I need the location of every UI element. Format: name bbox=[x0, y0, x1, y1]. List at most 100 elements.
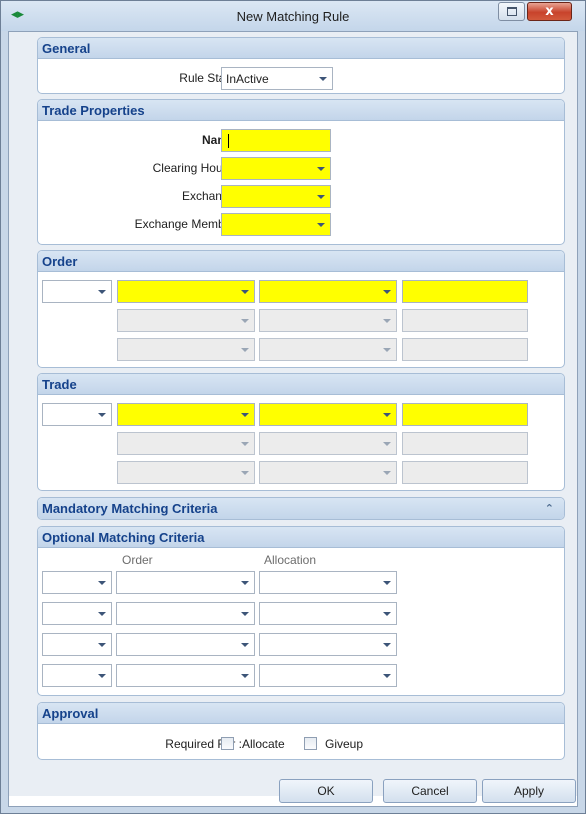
chevron-down-icon[interactable] bbox=[378, 634, 396, 655]
optional-order-select-3[interactable] bbox=[116, 633, 255, 656]
trade-field-select-2[interactable] bbox=[117, 432, 255, 455]
optional-section: Optional Matching Criteria Order Allocat… bbox=[37, 526, 565, 696]
apply-button[interactable]: Apply bbox=[482, 779, 576, 803]
double-chevron-up-icon[interactable]: ⌃ bbox=[545, 498, 554, 519]
trade-properties-section: Trade Properties Name : Clearing House :… bbox=[37, 99, 565, 245]
giveup-checkbox[interactable] bbox=[304, 737, 317, 750]
optional-allocation-select-3[interactable] bbox=[259, 633, 397, 656]
title-bar[interactable]: ◂▸ New Matching Rule x bbox=[1, 1, 585, 31]
chevron-down-icon[interactable] bbox=[93, 281, 111, 302]
general-header: General bbox=[38, 38, 564, 59]
trade-properties-header: Trade Properties bbox=[38, 100, 564, 121]
cancel-button[interactable]: Cancel bbox=[383, 779, 477, 803]
order-condition-select-3[interactable] bbox=[259, 338, 397, 361]
trade-operator-select[interactable] bbox=[42, 403, 112, 426]
optional-operator-select-1[interactable] bbox=[42, 571, 112, 594]
optional-allocation-select-2[interactable] bbox=[259, 602, 397, 625]
text-caret bbox=[228, 134, 229, 148]
trade-field-select-3[interactable] bbox=[117, 461, 255, 484]
trade-value-field-2[interactable] bbox=[402, 432, 528, 455]
chevron-down-icon bbox=[378, 310, 396, 331]
order-field-select-2[interactable] bbox=[117, 309, 255, 332]
order-condition-select[interactable] bbox=[259, 280, 397, 303]
giveup-label[interactable]: Giveup bbox=[325, 737, 363, 751]
allocate-label[interactable]: Allocate bbox=[242, 737, 285, 751]
order-section: Order bbox=[37, 250, 565, 368]
allocate-checkbox[interactable] bbox=[221, 737, 234, 750]
trade-header: Trade bbox=[38, 374, 564, 395]
mandatory-header[interactable]: Mandatory Matching Criteria ⌃ bbox=[38, 498, 564, 519]
chevron-down-icon[interactable] bbox=[93, 665, 111, 686]
restore-icon bbox=[506, 7, 517, 16]
optional-operator-select-2[interactable] bbox=[42, 602, 112, 625]
chevron-down-icon bbox=[236, 433, 254, 454]
order-operator-select[interactable] bbox=[42, 280, 112, 303]
optional-col-allocation: Allocation bbox=[264, 553, 317, 567]
close-button[interactable]: x bbox=[527, 2, 572, 21]
optional-col-order: Order bbox=[122, 553, 153, 567]
approval-section: Approval Required For : Allocate Giveup bbox=[37, 702, 565, 760]
chevron-down-icon[interactable] bbox=[236, 404, 254, 425]
restore-button[interactable] bbox=[498, 2, 525, 21]
dialog-content: General Rule State : InActive Trade Prop… bbox=[9, 32, 577, 803]
chevron-down-icon bbox=[378, 462, 396, 483]
order-value-field-3[interactable] bbox=[402, 338, 528, 361]
optional-allocation-select-4[interactable] bbox=[259, 664, 397, 687]
order-field-select-3[interactable] bbox=[117, 338, 255, 361]
exchange-select[interactable] bbox=[221, 185, 331, 208]
chevron-down-icon[interactable] bbox=[312, 158, 330, 179]
order-value-field[interactable] bbox=[402, 280, 528, 303]
close-icon: x bbox=[545, 4, 554, 19]
order-header: Order bbox=[38, 251, 564, 272]
dialog-window: ◂▸ New Matching Rule x General Rule Stat… bbox=[0, 0, 586, 814]
trade-condition-select-2[interactable] bbox=[259, 432, 397, 455]
chevron-down-icon bbox=[236, 339, 254, 360]
chevron-down-icon[interactable] bbox=[378, 665, 396, 686]
optional-order-select-2[interactable] bbox=[116, 602, 255, 625]
mandatory-header-label: Mandatory Matching Criteria bbox=[42, 501, 218, 516]
chevron-down-icon[interactable] bbox=[236, 634, 254, 655]
chevron-down-icon[interactable] bbox=[236, 603, 254, 624]
general-section: General Rule State : InActive bbox=[37, 37, 565, 94]
optional-order-select-4[interactable] bbox=[116, 664, 255, 687]
chevron-down-icon[interactable] bbox=[314, 68, 332, 89]
chevron-down-icon[interactable] bbox=[378, 281, 396, 302]
chevron-down-icon[interactable] bbox=[312, 214, 330, 235]
chevron-down-icon[interactable] bbox=[93, 572, 111, 593]
chevron-down-icon[interactable] bbox=[236, 281, 254, 302]
clearing-house-select[interactable] bbox=[221, 157, 331, 180]
name-field[interactable] bbox=[221, 129, 331, 152]
optional-order-select-1[interactable] bbox=[116, 571, 255, 594]
order-condition-select-2[interactable] bbox=[259, 309, 397, 332]
order-value-field-2[interactable] bbox=[402, 309, 528, 332]
ok-button[interactable]: OK bbox=[279, 779, 373, 803]
trade-condition-select[interactable] bbox=[259, 403, 397, 426]
trade-field-select[interactable] bbox=[117, 403, 255, 426]
chevron-down-icon[interactable] bbox=[378, 603, 396, 624]
chevron-down-icon[interactable] bbox=[93, 603, 111, 624]
trade-value-field-3[interactable] bbox=[402, 461, 528, 484]
trade-value-field[interactable] bbox=[402, 403, 528, 426]
chevron-down-icon[interactable] bbox=[236, 572, 254, 593]
rule-state-value: InActive bbox=[226, 72, 269, 86]
optional-allocation-select-1[interactable] bbox=[259, 571, 397, 594]
trade-section: Trade bbox=[37, 373, 565, 491]
chevron-down-icon[interactable] bbox=[312, 186, 330, 207]
chevron-down-icon bbox=[378, 433, 396, 454]
chevron-down-icon[interactable] bbox=[378, 404, 396, 425]
optional-header: Optional Matching Criteria bbox=[38, 527, 564, 548]
exchange-member-select[interactable] bbox=[221, 213, 331, 236]
chevron-down-icon[interactable] bbox=[378, 572, 396, 593]
rule-state-select[interactable]: InActive bbox=[221, 67, 333, 90]
chevron-down-icon bbox=[236, 462, 254, 483]
chevron-down-icon[interactable] bbox=[93, 404, 111, 425]
chevron-down-icon bbox=[378, 339, 396, 360]
chevron-down-icon[interactable] bbox=[236, 665, 254, 686]
approval-header: Approval bbox=[38, 703, 564, 724]
optional-operator-select-3[interactable] bbox=[42, 633, 112, 656]
trade-condition-select-3[interactable] bbox=[259, 461, 397, 484]
optional-operator-select-4[interactable] bbox=[42, 664, 112, 687]
chevron-down-icon[interactable] bbox=[93, 634, 111, 655]
dialog-body: General Rule State : InActive Trade Prop… bbox=[8, 31, 578, 807]
order-field-select[interactable] bbox=[117, 280, 255, 303]
